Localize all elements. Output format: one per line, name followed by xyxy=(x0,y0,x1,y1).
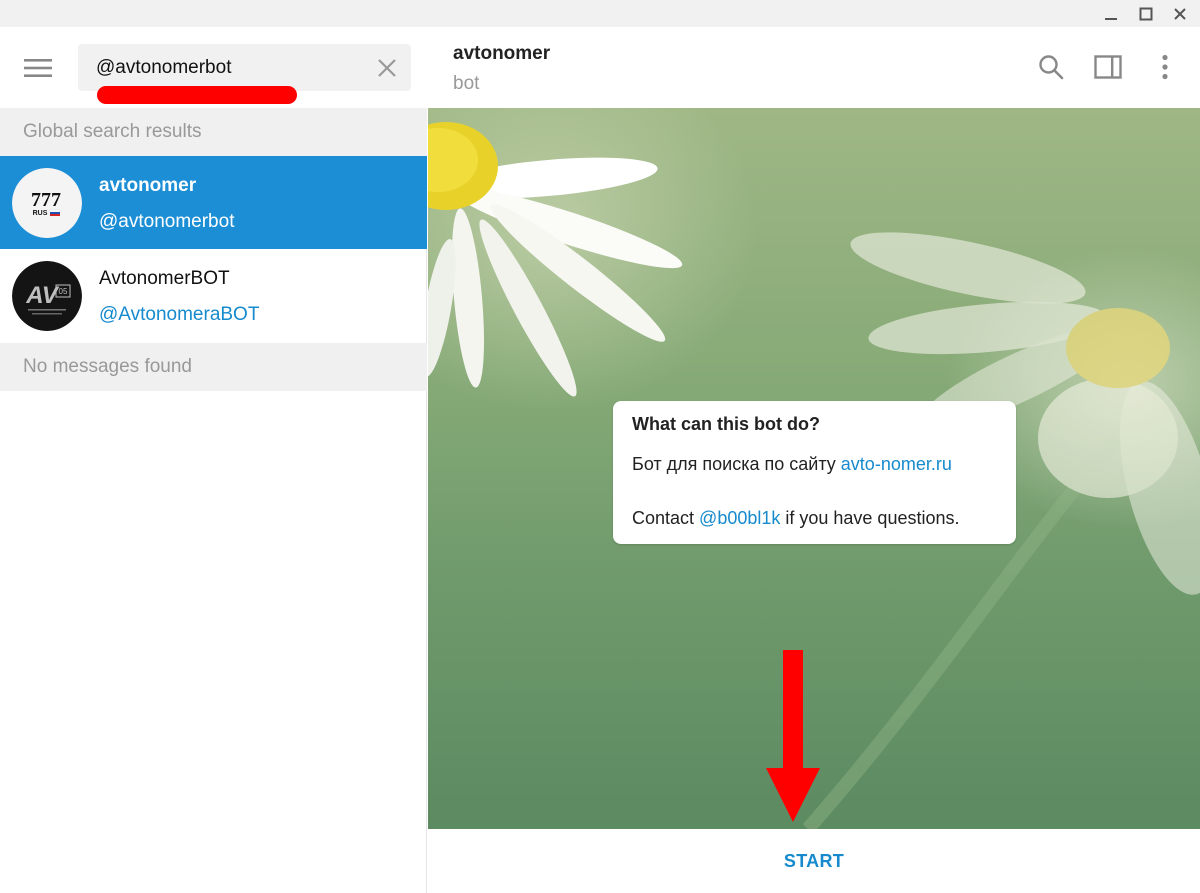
svg-text:AV: AV xyxy=(25,282,60,309)
contact-link[interactable]: @b00bl1k xyxy=(699,508,780,528)
search-box xyxy=(78,44,411,91)
chat-status: bot xyxy=(453,73,480,94)
chat-title[interactable]: avtonomer xyxy=(453,43,550,65)
contact-prefix: Contact xyxy=(632,508,700,528)
close-icon[interactable] xyxy=(1166,0,1194,27)
svg-text:777: 777 xyxy=(31,189,61,211)
bot-info-card: What can this bot do? Бот для поиска по … xyxy=(613,401,1016,544)
contact-suffix: if you have questions. xyxy=(780,508,960,528)
global-search-header: Global search results xyxy=(0,108,427,156)
annotation-arrow-icon xyxy=(766,650,820,822)
svg-text:RUS: RUS xyxy=(33,210,48,217)
sidebar: Global search results 777 RUS avtonomer … xyxy=(0,27,427,893)
result-name: avtonomer xyxy=(99,175,197,196)
chat-header: avtonomer bot xyxy=(428,27,1200,108)
window-titlebar xyxy=(0,0,1200,27)
search-icon[interactable] xyxy=(1031,47,1071,87)
sidebar-header xyxy=(0,27,427,108)
bot-info-description: Бот для поиска по сайту avto-nomer.ru xyxy=(632,454,952,475)
chat-bottom-bar: START xyxy=(428,829,1200,893)
avatar: 777 RUS xyxy=(12,168,82,238)
result-handle: @avtonomerbot xyxy=(99,211,235,232)
minimize-icon[interactable] xyxy=(1097,0,1125,27)
bot-info-text: Бот для поиска по сайту xyxy=(632,454,841,474)
more-vertical-icon[interactable] xyxy=(1145,47,1185,87)
website-link[interactable]: avto-nomer.ru xyxy=(841,454,952,474)
avatar: AV 05 xyxy=(12,261,82,331)
maximize-icon[interactable] xyxy=(1132,0,1160,27)
close-icon[interactable] xyxy=(369,50,405,86)
messages-header: No messages found xyxy=(0,343,427,391)
annotation-underline xyxy=(97,86,297,104)
bot-info-contact: Contact @b00bl1k if you have questions. xyxy=(632,508,960,529)
result-handle: @AvtonomeraBOT xyxy=(99,304,260,325)
search-result-avtonomerbot[interactable]: AV 05 AvtonomerBOT @AvtonomeraBOT xyxy=(0,249,427,342)
sidebar-toggle-icon[interactable] xyxy=(1088,47,1128,87)
search-result-avtonomer[interactable]: 777 RUS avtonomer @avtonomerbot xyxy=(0,156,427,249)
search-input[interactable] xyxy=(78,44,368,91)
result-name: AvtonomerBOT xyxy=(99,268,230,289)
chat-background: What can this bot do? Бот для поиска по … xyxy=(428,108,1200,829)
chat-panel: avtonomer bot What can this bot do? Бот … xyxy=(428,27,1200,893)
start-button[interactable]: START xyxy=(428,829,1200,893)
svg-text:05: 05 xyxy=(59,287,68,296)
bot-info-title: What can this bot do? xyxy=(632,414,820,434)
hamburger-menu-icon[interactable] xyxy=(16,49,60,87)
